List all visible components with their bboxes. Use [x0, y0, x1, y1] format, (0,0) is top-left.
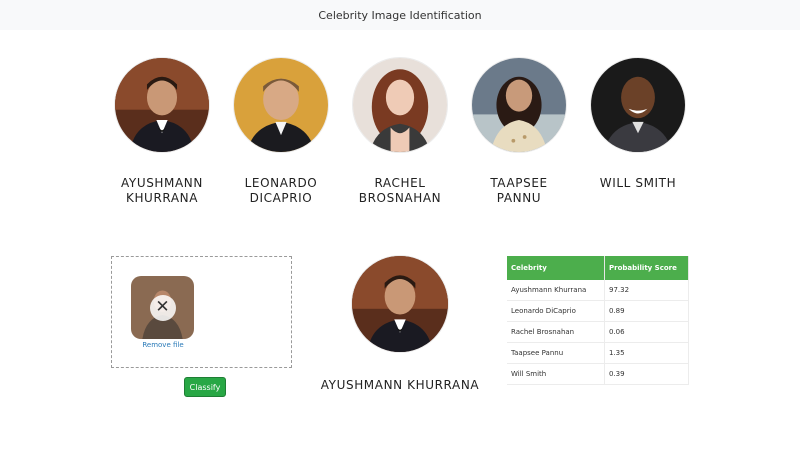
celebrity-card: RACHEL BROSNAHAN — [335, 58, 465, 206]
celebrity-name: RACHEL BROSNAHAN — [358, 176, 442, 205]
cell-celebrity: Rachel Brosnahan — [507, 321, 605, 343]
cell-score: 97.32 — [604, 280, 689, 301]
remove-file-link[interactable]: Remove file — [112, 341, 214, 349]
celebrity-card: WILL SMITH — [573, 58, 703, 191]
cell-celebrity: Taapsee Pannu — [507, 342, 605, 364]
image-dropzone[interactable]: ✕ Remove file — [111, 256, 292, 368]
celebrity-card: AYUSHMANN KHURRANA — [97, 58, 227, 206]
celebrity-gallery: AYUSHMANN KHURRANA LEONARDO DICAPRIO RAC… — [0, 58, 800, 218]
probability-table-container[interactable]: Celebrity Probability Score Ayushmann Kh… — [507, 256, 689, 388]
cell-celebrity: Leonardo DiCaprio — [507, 300, 605, 322]
table-row: Leonardo DiCaprio 0.89 — [507, 300, 689, 322]
top-navbar: Celebrity Image Identification — [0, 0, 800, 30]
predicted-celebrity-name: AYUSHMANN KHURRANA — [320, 378, 480, 392]
celebrity-name: AYUSHMANN KHURRANA — [121, 176, 203, 205]
cell-score: 0.06 — [604, 321, 689, 343]
cell-score: 0.89 — [604, 300, 689, 322]
celebrity-card: LEONARDO DICAPRIO — [216, 58, 346, 206]
celebrity-card: TAAPSEE PANNU — [454, 58, 584, 206]
uploaded-image-thumbnail: ✕ — [131, 276, 194, 339]
celebrity-photo-rachel — [353, 58, 447, 152]
cell-score: 1.35 — [604, 342, 689, 364]
cell-celebrity: Will Smith — [507, 363, 605, 385]
celebrity-name: TAAPSEE PANNU — [490, 176, 548, 205]
page-title: Celebrity Image Identification — [318, 8, 482, 22]
cell-celebrity: Ayushmann Khurrana — [507, 280, 605, 301]
celebrity-photo-will-smith — [591, 58, 685, 152]
table-header-row: Celebrity Probability Score — [507, 256, 689, 280]
celebrity-photo-taapsee — [472, 58, 566, 152]
celebrity-name: LEONARDO DICAPRIO — [244, 176, 318, 205]
close-icon[interactable]: ✕ — [149, 294, 176, 321]
celebrity-name: WILL SMITH — [599, 176, 677, 190]
probability-table: Celebrity Probability Score Ayushmann Kh… — [507, 256, 689, 385]
celebrity-photo-ayushmann — [115, 58, 209, 152]
classify-button[interactable]: Classify — [184, 377, 226, 397]
table-row: Ayushmann Khurrana 97.32 — [507, 280, 689, 301]
prediction-result: AYUSHMANN KHURRANA — [300, 256, 500, 392]
column-header-celebrity: Celebrity — [507, 256, 605, 280]
predicted-celebrity-photo — [352, 256, 448, 352]
table-row: Will Smith 0.39 — [507, 363, 689, 385]
table-row: Taapsee Pannu 1.35 — [507, 342, 689, 364]
column-header-probability: Probability Score — [604, 256, 689, 280]
celebrity-photo-leonardo — [234, 58, 328, 152]
table-row: Rachel Brosnahan 0.06 — [507, 321, 689, 343]
cell-score: 0.39 — [604, 363, 689, 385]
